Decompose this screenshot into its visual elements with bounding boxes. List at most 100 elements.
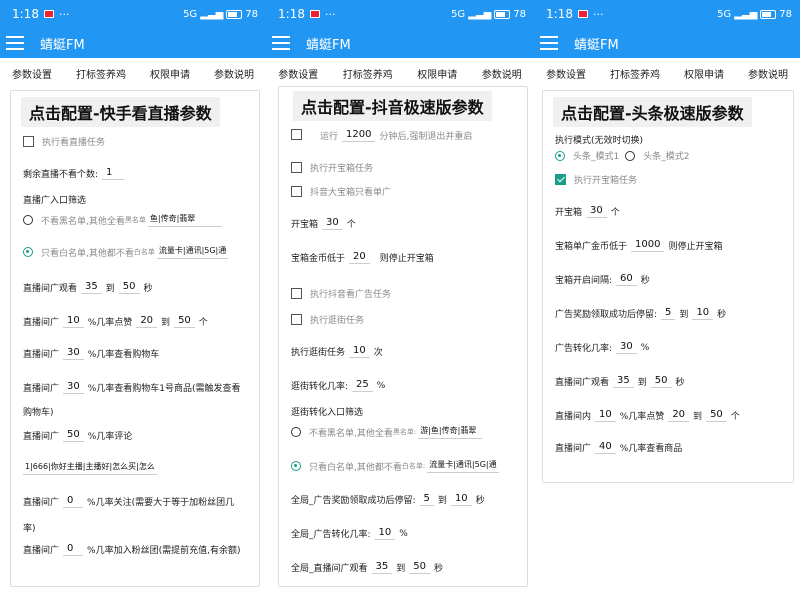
follow-cont: 率) bbox=[23, 524, 36, 534]
ad-stay-max-input[interactable]: 10 bbox=[692, 307, 714, 320]
ad-stay-min-input[interactable]: 5 bbox=[661, 307, 676, 320]
checkbox[interactable] bbox=[23, 136, 34, 147]
blacklist-input[interactable]: 游|鱼|传奇|翡翠 bbox=[418, 425, 483, 439]
tab-help[interactable]: 参数说明 bbox=[480, 66, 524, 81]
tab-tags[interactable]: 打标签养鸡 bbox=[74, 66, 128, 81]
blacklist-radio[interactable]: 不看黑名单,其他全看 黑名单: 游|鱼|传奇|翡翠 bbox=[291, 425, 483, 439]
cart1-rate-input[interactable]: 30 bbox=[63, 381, 84, 394]
live-min-input[interactable]: 35 bbox=[371, 561, 393, 574]
comment-text[interactable]: 1|666|你好主播|主播好|怎么买|怎么 bbox=[23, 461, 157, 475]
field-label: 开宝箱 bbox=[291, 220, 319, 230]
cart-rate-input[interactable]: 30 bbox=[63, 347, 84, 360]
watch-min-input[interactable]: 35 bbox=[81, 281, 102, 294]
checkbox[interactable] bbox=[291, 288, 302, 299]
whitelist-input[interactable]: 流量卡|通讯|5G|通 bbox=[427, 459, 499, 473]
open-chest-input[interactable]: 30 bbox=[586, 205, 607, 218]
radio-button[interactable] bbox=[291, 427, 301, 437]
ad-stay-min-input[interactable]: 5 bbox=[419, 493, 434, 506]
tab-help[interactable]: 参数说明 bbox=[746, 66, 790, 81]
field-label: 逛街转化几率: bbox=[291, 382, 349, 392]
douyin-ad-option[interactable]: 执行抖音看广告任务 bbox=[291, 287, 391, 300]
radio-button[interactable] bbox=[291, 461, 301, 471]
checkbox[interactable] bbox=[555, 174, 566, 185]
radio-button[interactable] bbox=[23, 215, 33, 225]
checkbox[interactable] bbox=[291, 162, 302, 173]
big-chest-option[interactable]: 抖音大宝箱只看单广 bbox=[291, 185, 391, 198]
chest-task-option[interactable]: 执行开宝箱任务 bbox=[555, 173, 637, 186]
like-min-input[interactable]: 20 bbox=[668, 409, 690, 422]
app-bar: 蜻蜓FM bbox=[0, 28, 266, 58]
unit-label: 秒 bbox=[434, 564, 444, 574]
blacklist-radio[interactable]: 不看黑名单,其他全看 黑名单 鱼|传奇|翡翠 bbox=[23, 213, 222, 227]
checkbox[interactable] bbox=[291, 314, 302, 325]
tab-permission[interactable]: 权限申请 bbox=[682, 66, 726, 81]
checkbox[interactable] bbox=[291, 186, 302, 197]
global-rate-input[interactable]: 10 bbox=[374, 527, 396, 540]
ad-stay-max-input[interactable]: 10 bbox=[450, 493, 472, 506]
checkbox[interactable] bbox=[291, 129, 302, 140]
open-chest-row: 开宝箱 30 个 bbox=[555, 205, 620, 218]
ad-rate-input[interactable]: 30 bbox=[616, 341, 637, 354]
chest-task-option[interactable]: 执行开宝箱任务 bbox=[291, 161, 373, 174]
remaining-input[interactable]: 1 bbox=[102, 167, 125, 180]
like-max-input[interactable]: 50 bbox=[174, 315, 195, 328]
interval-input[interactable]: 60 bbox=[616, 273, 637, 286]
like-rate-input[interactable]: 10 bbox=[63, 315, 84, 328]
tab-help[interactable]: 参数说明 bbox=[212, 66, 256, 81]
menu-icon[interactable] bbox=[272, 36, 290, 50]
tab-params[interactable]: 参数设置 bbox=[544, 66, 588, 81]
tab-permission[interactable]: 权限申请 bbox=[148, 66, 192, 81]
like-max-input[interactable]: 50 bbox=[706, 409, 727, 422]
watch-max-input[interactable]: 50 bbox=[650, 375, 672, 388]
interval-row: 宝箱开启间隔: 60 秒 bbox=[555, 273, 650, 286]
street-option[interactable]: 执行逛街任务 bbox=[291, 313, 364, 326]
signal-icon: ▂▃▅ bbox=[734, 8, 758, 20]
tab-tags[interactable]: 打标签养鸡 bbox=[341, 66, 395, 81]
radio-button-mode1[interactable] bbox=[555, 150, 565, 161]
field-label: 全局_直播间广观看 bbox=[291, 564, 368, 574]
comment-content-input[interactable]: 1|666|你好主播|主播好|怎么买|怎么 bbox=[23, 461, 157, 475]
option-label: 执行开宝箱任务 bbox=[310, 164, 374, 174]
radio-button[interactable] bbox=[23, 247, 33, 257]
watch-min-input[interactable]: 35 bbox=[613, 375, 634, 388]
tab-tags[interactable]: 打标签养鸡 bbox=[608, 66, 662, 81]
restart-option[interactable]: 运行 1200 分钟后,强制退出并重启 bbox=[291, 129, 472, 142]
restart-minutes-input[interactable]: 1200 bbox=[342, 129, 376, 142]
menu-icon[interactable] bbox=[540, 36, 558, 50]
goods-rate-input[interactable]: 40 bbox=[595, 441, 616, 454]
tab-params[interactable]: 参数设置 bbox=[10, 66, 54, 81]
open-chest-input[interactable]: 30 bbox=[322, 217, 343, 230]
blacklist-input[interactable]: 鱼|传奇|翡翠 bbox=[147, 213, 222, 227]
menu-icon[interactable] bbox=[6, 36, 24, 50]
whitelist-input[interactable]: 流量卡|通讯|5G|通 bbox=[156, 245, 229, 259]
card-title[interactable]: 点击配置-快手看直播参数 bbox=[21, 97, 220, 127]
to-label: 到 bbox=[693, 412, 703, 422]
whitelist-radio[interactable]: 只看白名单,其他都不看 白名单 流量卡|通讯|5G|通 bbox=[23, 245, 229, 259]
street-times-input[interactable]: 10 bbox=[349, 345, 370, 358]
gold-input[interactable]: 20 bbox=[349, 251, 370, 264]
watch-live-option[interactable]: 执行看直播任务 bbox=[23, 135, 105, 148]
card-title[interactable]: 点击配置-抖音极速版参数 bbox=[293, 91, 492, 121]
comment-rate-input[interactable]: 50 bbox=[63, 429, 84, 442]
field-label: 宝箱开启间隔: bbox=[555, 276, 613, 286]
gold-input[interactable]: 1000 bbox=[631, 239, 665, 252]
card-title[interactable]: 点击配置-头条极速版参数 bbox=[553, 97, 752, 127]
follow-rate-input[interactable]: 0 bbox=[63, 495, 84, 508]
settings-card: 点击配置-快手看直播参数 执行看直播任务 剩余直播不看个数: 1 直播广入口筛选 … bbox=[10, 90, 260, 587]
whitelist-radio[interactable]: 只看白名单,其他都不看 白名单: 流量卡|通讯|5G|通 bbox=[291, 459, 499, 473]
to-label: 到 bbox=[437, 496, 447, 506]
radio-label: 不看黑名单,其他全看 bbox=[309, 428, 393, 439]
fan-rate-input[interactable]: 0 bbox=[63, 543, 84, 556]
like-rate-input[interactable]: 10 bbox=[595, 409, 616, 422]
tab-permission[interactable]: 权限申请 bbox=[415, 66, 459, 81]
field-label: 开宝箱 bbox=[555, 208, 583, 218]
radio-button-mode2[interactable] bbox=[625, 150, 636, 161]
battery-icon bbox=[226, 9, 243, 19]
tab-bar: 参数设置 打标签养鸡 权限申请 参数说明 bbox=[266, 58, 534, 88]
street-rate-input[interactable]: 25 bbox=[352, 379, 373, 392]
live-max-input[interactable]: 50 bbox=[409, 561, 430, 574]
like-min-input[interactable]: 20 bbox=[136, 315, 158, 328]
watch-row: 直播间广观看 35 到 50 秒 bbox=[555, 375, 685, 388]
watch-max-input[interactable]: 50 bbox=[118, 281, 140, 294]
tab-params[interactable]: 参数设置 bbox=[276, 66, 320, 81]
